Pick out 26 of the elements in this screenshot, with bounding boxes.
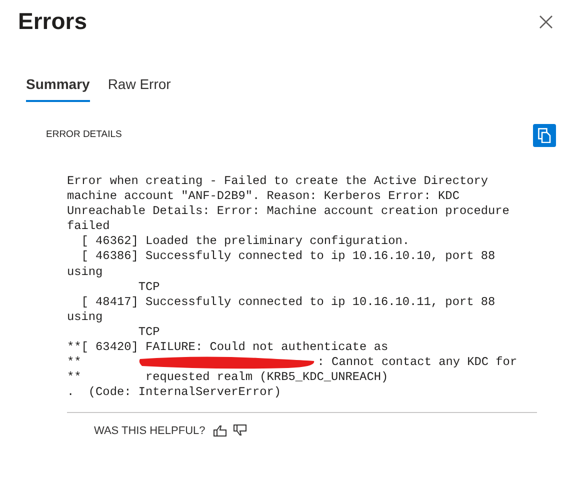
error-line: : Cannot contact any KDC for: [317, 355, 518, 370]
section-label: ERROR DETAILS: [46, 129, 122, 140]
close-icon[interactable]: [539, 14, 553, 28]
error-line: [ 46362] Loaded the preliminary configuration.: [80, 234, 411, 250]
error-line: TCP: [137, 324, 161, 340]
error-line: using: [67, 310, 104, 325]
error-line: . (Code: InternalServerError): [67, 385, 282, 400]
error-line: [ 48417] Successfully connected to ip 10.16.10.11, port 88: [80, 294, 496, 310]
thumbs-up-button[interactable]: [213, 424, 228, 437]
panel-title: Errors: [18, 8, 88, 35]
error-line: Error when creating - Failed to create the Active Directory: [67, 174, 489, 190]
tab[interactable]: Raw Error: [108, 70, 171, 102]
error-line: [ 46386] Successfully connected to ip 10.16.10.10, port 88: [80, 249, 496, 265]
error-line: **: [67, 355, 82, 370]
error-line: **[ 63420] FAILURE: Could not authenticate as: [67, 340, 390, 356]
tab[interactable]: Summary: [26, 70, 90, 102]
error-line: Unreachable Details: Error: Machine account creation procedure: [67, 204, 510, 220]
copy-button[interactable]: [533, 124, 556, 147]
copy-icon[interactable]: [538, 128, 551, 143]
error-line: using: [67, 264, 104, 280]
error-line: ** requested realm (KRB5_KDC_UNREACH): [67, 370, 390, 386]
thumbs-down-button[interactable]: [233, 424, 248, 438]
error-line: TCP: [137, 280, 161, 295]
feedback-question: WAS THIS HELPFUL?: [94, 424, 206, 437]
error-line: failed: [67, 219, 111, 234]
error-line: machine account "ANF-D2B9". Reason: Kerberos Error: KDC: [67, 189, 460, 204]
